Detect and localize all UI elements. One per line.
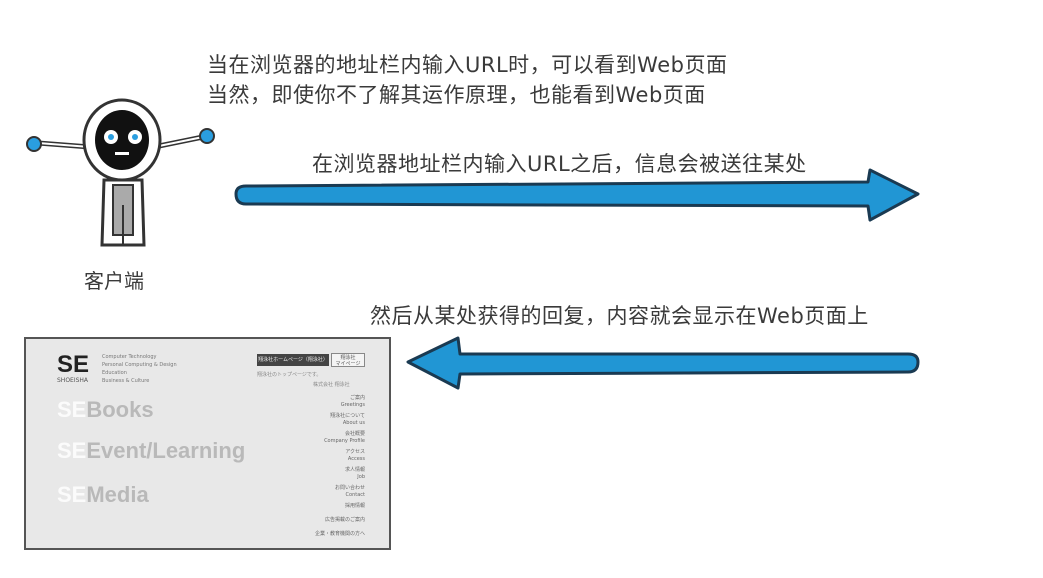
response-text: 然后从某处获得的回复，内容就会显示在Web页面上 bbox=[370, 304, 869, 328]
web-page-screenshot: SE SHOEISHA Computer Technology Personal… bbox=[24, 337, 391, 550]
menu-item[interactable]: 広告掲載のご案内 bbox=[325, 517, 365, 524]
menu-item[interactable]: お問い合わせ Contact bbox=[335, 485, 365, 499]
homepage-button[interactable]: 翔泳社ホームページ（翔泳社） bbox=[257, 354, 329, 366]
nav-media[interactable]: SEMedia bbox=[57, 482, 149, 508]
robot-client-icon bbox=[26, 98, 215, 247]
se-logo-sub: SHOEISHA bbox=[57, 377, 89, 384]
menu-item[interactable]: 企業・教育機関の方へ bbox=[315, 531, 365, 538]
intro-line-1: 当在浏览器的地址栏内输入URL时，可以看到Web页面 bbox=[207, 53, 728, 77]
mypage-button[interactable]: 翔泳社 マイページ bbox=[331, 353, 365, 367]
menu-item[interactable]: ご案内 Greetings bbox=[341, 395, 365, 409]
tagline: Computer Technology Personal Computing &… bbox=[102, 354, 177, 384]
nav-event-learning[interactable]: SEEvent/Learning bbox=[57, 438, 245, 464]
request-arrow bbox=[234, 168, 920, 222]
response-arrow bbox=[406, 336, 920, 390]
menu-item[interactable]: 会社概要 Company Profile bbox=[324, 431, 365, 445]
menu-item[interactable]: 採用情報 bbox=[345, 503, 365, 510]
company-name: 株式会社 翔泳社 bbox=[313, 382, 350, 388]
page-note: 翔泳社のトップページです。 bbox=[257, 372, 322, 378]
menu-item[interactable]: 求人情報 Job bbox=[345, 467, 365, 481]
client-label: 客户端 bbox=[84, 269, 144, 293]
intro-line-2: 当然，即使你不了解其运作原理，也能看到Web页面 bbox=[207, 83, 706, 107]
se-logo: SE bbox=[57, 351, 90, 378]
menu-item[interactable]: アクセス Access bbox=[345, 449, 365, 463]
menu-item[interactable]: 翔泳社について About us bbox=[330, 413, 365, 427]
nav-books[interactable]: SEBooks bbox=[57, 397, 154, 423]
